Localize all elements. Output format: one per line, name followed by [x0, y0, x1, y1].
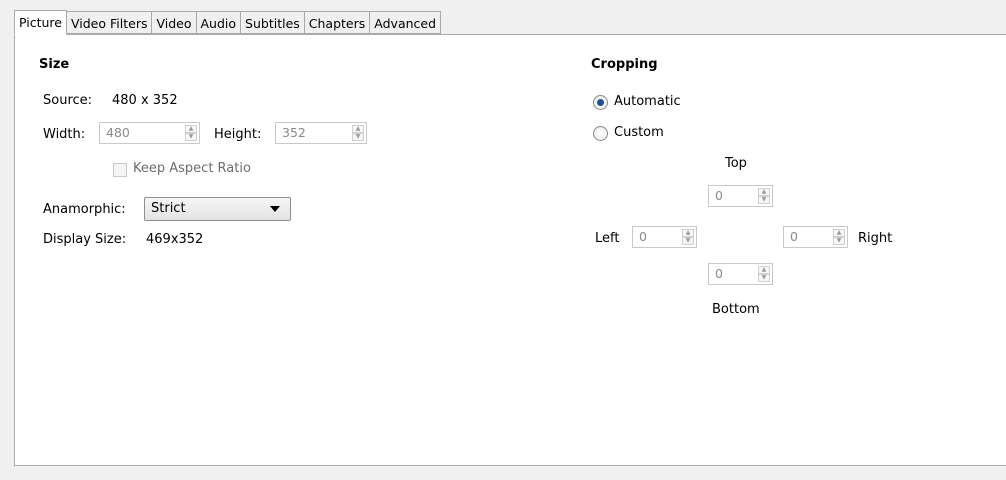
display-size-value: 469x352	[146, 232, 204, 247]
spin-up-icon[interactable]: ▲	[352, 125, 364, 133]
crop-left-label: Left	[595, 231, 620, 246]
tab-picture[interactable]: Picture	[14, 10, 67, 35]
radio-selected-dot	[597, 99, 604, 106]
height-spin-buttons[interactable]: ▲ ▼	[352, 125, 364, 141]
crop-top-spin-buttons[interactable]: ▲ ▼	[758, 188, 770, 204]
crop-bottom-spinbox[interactable]: 0 ▲ ▼	[708, 263, 773, 285]
custom-label[interactable]: Custom	[614, 125, 664, 140]
anamorphic-select[interactable]: Strict	[144, 197, 291, 221]
picture-panel: Size Source: 480 x 352 Width: 480 ▲ ▼ He…	[14, 34, 1006, 466]
source-value: 480 x 352	[112, 93, 178, 108]
spin-up-icon[interactable]: ▲	[833, 229, 845, 237]
anamorphic-label: Anamorphic:	[43, 202, 126, 217]
keep-aspect-ratio-checkbox[interactable]	[113, 163, 127, 177]
tab-chapters[interactable]: Chapters	[304, 11, 371, 34]
crop-bottom-spin-buttons[interactable]: ▲ ▼	[758, 266, 770, 282]
cropping-heading: Cropping	[591, 57, 658, 72]
automatic-radio[interactable]	[593, 95, 608, 110]
chevron-down-icon	[270, 206, 280, 212]
height-label: Height:	[214, 127, 262, 142]
width-spin-buttons[interactable]: ▲ ▼	[185, 125, 197, 141]
custom-radio[interactable]	[593, 126, 608, 141]
spin-down-icon[interactable]: ▼	[185, 133, 197, 141]
anamorphic-value: Strict	[151, 201, 186, 216]
spin-up-icon[interactable]: ▲	[758, 266, 770, 274]
tab-audio[interactable]: Audio	[196, 11, 242, 34]
crop-bottom-label: Bottom	[712, 302, 760, 317]
crop-right-spinbox[interactable]: 0 ▲ ▼	[783, 226, 848, 248]
size-heading: Size	[39, 57, 70, 72]
crop-top-spinbox[interactable]: 0 ▲ ▼	[708, 185, 773, 207]
crop-right-value: 0	[790, 229, 798, 244]
spin-up-icon[interactable]: ▲	[758, 188, 770, 196]
width-label: Width:	[43, 127, 86, 142]
spin-down-icon[interactable]: ▼	[352, 133, 364, 141]
spin-down-icon[interactable]: ▼	[758, 196, 770, 204]
crop-right-spin-buttons[interactable]: ▲ ▼	[833, 229, 845, 245]
tab-video-filters[interactable]: Video Filters	[67, 11, 153, 34]
spin-down-icon[interactable]: ▼	[833, 237, 845, 245]
crop-top-value: 0	[715, 188, 723, 203]
crop-right-label: Right	[858, 231, 893, 246]
tab-bar: Picture Video Filters Video Audio Subtit…	[14, 10, 442, 35]
tab-advanced[interactable]: Advanced	[370, 11, 442, 34]
source-label: Source:	[43, 93, 93, 108]
crop-left-spinbox[interactable]: 0 ▲ ▼	[632, 226, 697, 248]
height-value: 352	[282, 125, 306, 140]
width-spinbox[interactable]: 480 ▲ ▼	[99, 122, 200, 144]
crop-bottom-value: 0	[715, 266, 723, 281]
crop-left-value: 0	[639, 229, 647, 244]
height-spinbox[interactable]: 352 ▲ ▼	[275, 122, 367, 144]
keep-aspect-ratio-label[interactable]: Keep Aspect Ratio	[133, 161, 251, 176]
automatic-label[interactable]: Automatic	[614, 94, 681, 109]
width-value: 480	[106, 125, 130, 140]
tab-video[interactable]: Video	[152, 11, 197, 34]
spin-down-icon[interactable]: ▼	[758, 274, 770, 282]
display-size-label: Display Size:	[43, 232, 127, 247]
tab-subtitles[interactable]: Subtitles	[241, 11, 305, 34]
spin-down-icon[interactable]: ▼	[682, 237, 694, 245]
spin-up-icon[interactable]: ▲	[185, 125, 197, 133]
crop-top-label: Top	[725, 156, 747, 171]
crop-left-spin-buttons[interactable]: ▲ ▼	[682, 229, 694, 245]
spin-up-icon[interactable]: ▲	[682, 229, 694, 237]
